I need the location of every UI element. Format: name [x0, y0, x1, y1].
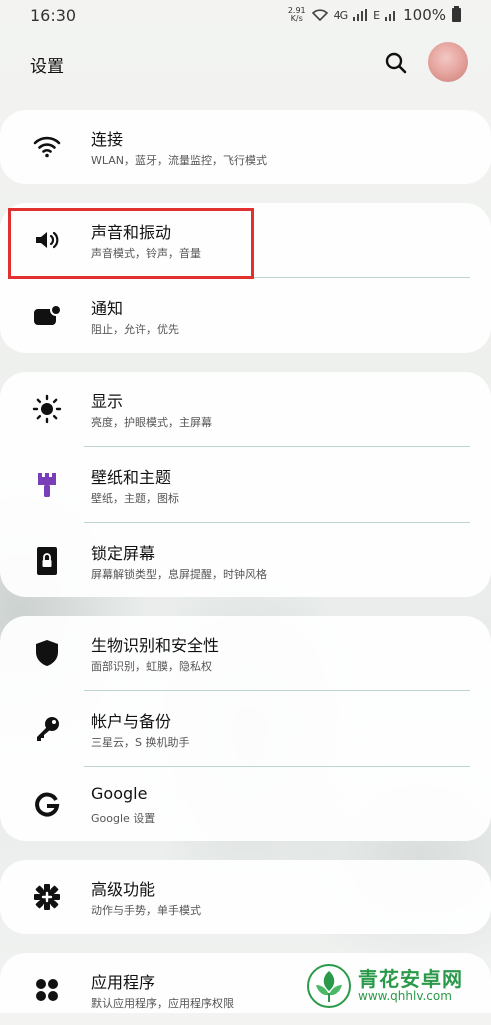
avatar[interactable]	[428, 42, 468, 82]
signal-bars-icon	[353, 9, 368, 21]
card-advanced: 高级功能 动作与手势，单手模式	[0, 860, 491, 934]
item-subtitle: 动作与手势，单手模式	[91, 904, 201, 917]
watermark-title: 青花安卓网	[358, 967, 463, 992]
key-icon	[32, 714, 62, 744]
item-subtitle: WLAN，蓝牙，流量监控，飞行模式	[91, 154, 268, 167]
battery-icon	[452, 6, 461, 22]
settings-item-advanced-features[interactable]: 高级功能 动作与手势，单手模式	[0, 860, 491, 932]
item-subtitle: 面部识别，虹膜，隐私权	[91, 660, 212, 673]
item-subtitle: 亮度，护眼模式，主屏幕	[91, 416, 212, 429]
signal-bars-2-icon	[385, 11, 396, 21]
card-display: 显示 亮度，护眼模式，主屏幕 壁纸和主题 壁纸，主题，图标 锁定屏幕 屏幕解锁类…	[0, 372, 491, 597]
settings-item-connections[interactable]: 连接 WLAN，蓝牙，流量监控，飞行模式	[0, 110, 491, 182]
settings-item-display[interactable]: 显示 亮度，护眼模式，主屏幕	[0, 372, 491, 444]
settings-item-google[interactable]: Google Google 设置	[0, 768, 491, 840]
item-title: 显示	[91, 392, 124, 411]
net-speed: 2.91 K/s	[287, 6, 306, 23]
item-subtitle: 默认应用程序，应用程序权限	[91, 997, 234, 1010]
search-icon	[385, 52, 407, 74]
watermark-logo-icon	[307, 964, 351, 1008]
watermark: 青花安卓网 www.qhhlv.com	[306, 963, 486, 1009]
item-subtitle: 屏幕解锁类型，息屏提醒，时钟风格	[91, 568, 267, 581]
item-title: 壁纸和主题	[91, 468, 172, 487]
status-time: 16:30	[30, 5, 77, 25]
item-title: 帐户与备份	[91, 712, 172, 731]
divider	[84, 522, 470, 523]
header: 设置	[0, 40, 491, 86]
item-subtitle: Google 设置	[91, 812, 156, 825]
google-icon	[32, 790, 62, 820]
brightness-icon	[32, 394, 62, 424]
page-title: 设置	[30, 57, 64, 77]
divider	[84, 446, 470, 447]
settings-item-accounts-backup[interactable]: 帐户与备份 三星云，S 换机助手	[0, 692, 491, 764]
item-title: 通知	[91, 299, 124, 318]
item-title: 应用程序	[91, 973, 156, 992]
gear-plus-icon	[32, 882, 62, 912]
notification-icon	[32, 301, 62, 331]
item-title: Google	[91, 784, 148, 803]
paint-brush-icon	[32, 470, 62, 500]
settings-item-lock-screen[interactable]: 锁定屏幕 屏幕解锁类型，息屏提醒，时钟风格	[0, 524, 491, 596]
signal-e: E	[373, 8, 380, 22]
lock-icon	[32, 546, 62, 576]
item-title: 生物识别和安全性	[91, 636, 220, 655]
item-title: 连接	[91, 130, 124, 149]
settings-item-biometrics-security[interactable]: 生物识别和安全性 面部识别，虹膜，隐私权	[0, 616, 491, 688]
watermark-text: 青花安卓网 www.qhhlv.com	[358, 969, 463, 1003]
search-button[interactable]	[383, 50, 409, 76]
item-subtitle: 壁纸，主题，图标	[91, 492, 179, 505]
status-icons: 2.91 K/s 4G E 100%	[288, 6, 461, 24]
item-title: 高级功能	[91, 880, 156, 899]
apps-icon	[32, 975, 62, 1005]
settings-item-wallpaper-themes[interactable]: 壁纸和主题 壁纸，主题，图标	[0, 448, 491, 520]
highlight-box	[8, 208, 254, 279]
item-subtitle: 三星云，S 换机助手	[91, 736, 190, 749]
card-security: 生物识别和安全性 面部识别，虹膜，隐私权 帐户与备份 三星云，S 换机助手 Go…	[0, 616, 491, 841]
item-title: 锁定屏幕	[91, 544, 156, 563]
item-subtitle: 阻止，允许，优先	[91, 323, 179, 336]
card-connections: 连接 WLAN，蓝牙，流量监控，飞行模式	[0, 110, 491, 184]
shield-icon	[32, 638, 62, 668]
watermark-url: www.qhhlv.com	[358, 989, 452, 1004]
signal-4g: 4G	[333, 8, 348, 22]
wifi-status-icon	[311, 9, 328, 21]
settings-item-notifications[interactable]: 通知 阻止，允许，优先	[0, 279, 491, 351]
divider	[84, 766, 470, 767]
status-bar: 16:30 2.91 K/s 4G E 100%	[0, 0, 491, 30]
wifi-icon	[32, 132, 62, 162]
divider	[84, 690, 470, 691]
battery-percent: 100%	[403, 6, 446, 24]
